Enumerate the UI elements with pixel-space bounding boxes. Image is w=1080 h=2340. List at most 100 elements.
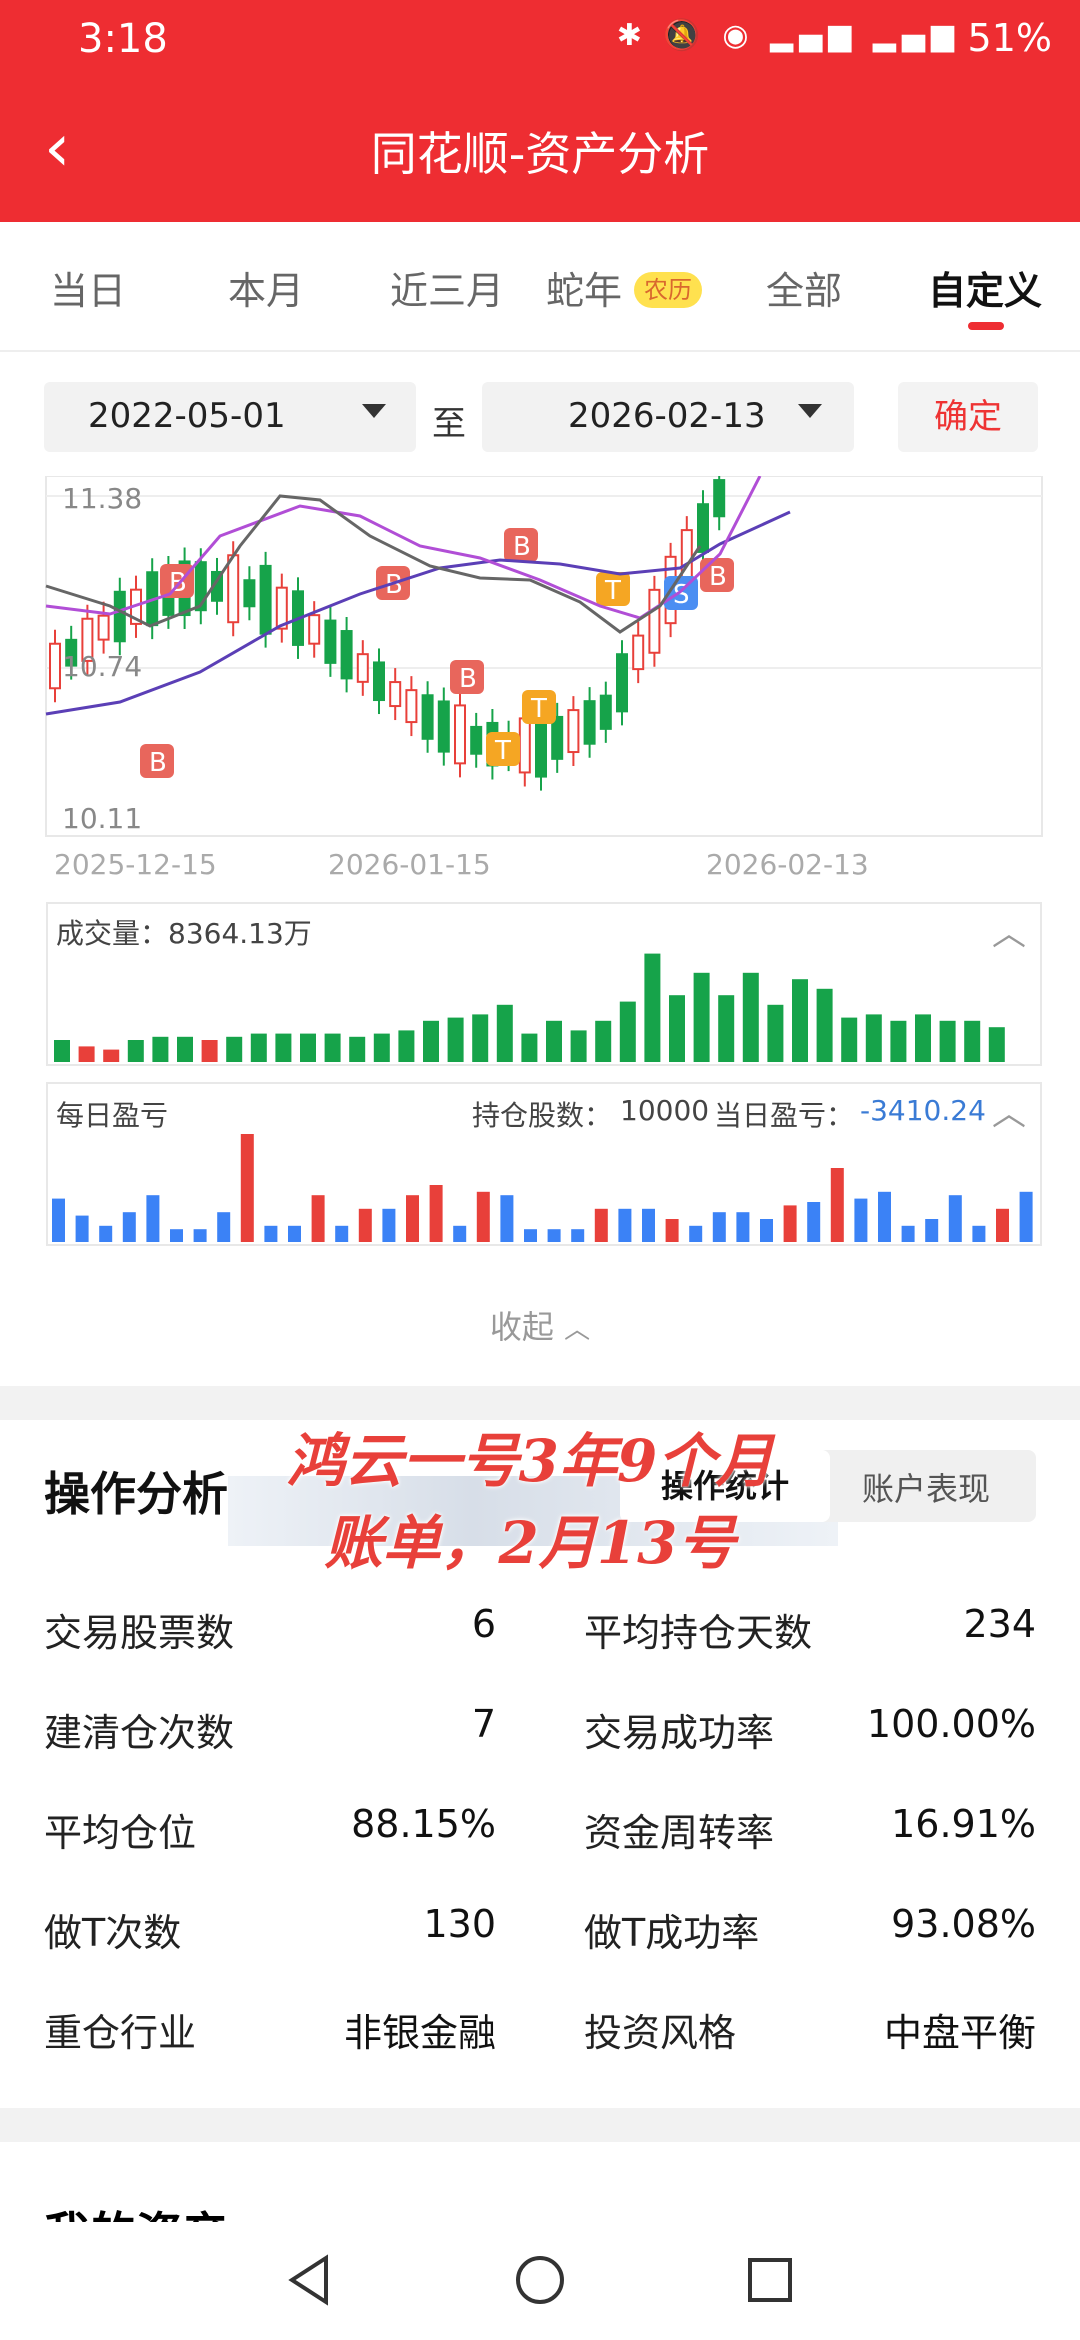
stat-value: 130	[423, 1902, 496, 1946]
pnl-bar	[406, 1195, 419, 1242]
confirm-button[interactable]: 确定	[898, 382, 1038, 452]
stat-label: 资金周转率	[584, 1811, 775, 1855]
volume-bar	[349, 1036, 366, 1062]
volume-bar	[250, 1033, 267, 1062]
trade-marker-label: T	[604, 576, 621, 606]
stat-value: 中盘平衡	[883, 2011, 1036, 2055]
pnl-bar	[52, 1198, 65, 1242]
section-divider	[0, 1386, 1080, 1420]
chevron-down-icon	[798, 404, 822, 418]
stat-value: 88.15%	[351, 1802, 496, 1846]
pnl-bar	[972, 1225, 986, 1242]
pnl-bar	[288, 1225, 301, 1242]
candle-body	[454, 704, 466, 765]
tab-custom[interactable]: 自定义	[928, 260, 1042, 315]
pnl-bar	[476, 1191, 490, 1242]
tab-account-performance[interactable]: 账户表现	[862, 1464, 990, 1510]
volume-bar	[127, 1040, 144, 1062]
pnl-bar	[830, 1168, 844, 1242]
candle-body	[405, 689, 418, 724]
pnl-bar	[240, 1134, 254, 1242]
volume-bar	[619, 1001, 636, 1062]
candle-body	[551, 715, 564, 760]
volume-bar	[472, 1014, 489, 1062]
pnl-bar	[311, 1195, 325, 1242]
candle-body	[583, 700, 596, 745]
trade-marker-label: T	[530, 694, 547, 724]
stat-value: 非银金融	[343, 2011, 496, 2055]
volume-bar	[570, 1030, 587, 1062]
battery-level: 51%	[967, 16, 1052, 60]
my-assets-header: 我的资产	[0, 2142, 1080, 2222]
pnl-bar	[736, 1212, 750, 1242]
nav-recents-icon[interactable]	[740, 2250, 800, 2310]
stat-value: 6	[471, 1602, 496, 1646]
tab-month[interactable]: 本月	[228, 260, 304, 315]
pnl-bar	[925, 1219, 939, 1242]
lunar-badge: 农历	[634, 272, 702, 308]
stat-label: 交易成功率	[584, 1711, 775, 1755]
trade-marker-label: B	[149, 748, 167, 778]
collapse-button[interactable]: 收起 ︿	[0, 1302, 1080, 1348]
chevron-down-icon	[362, 404, 386, 418]
volume-bar	[595, 1020, 612, 1062]
kline-chart[interactable]: BBBBBBTTTS 11.38 10.74 10.11 2025-12-15 …	[0, 476, 1080, 896]
volume-bar	[915, 1014, 931, 1062]
volume-bar	[324, 1033, 341, 1062]
volume-bar	[177, 1036, 193, 1062]
volume-bar	[373, 1033, 390, 1062]
nav-back-icon[interactable]	[280, 2250, 340, 2310]
pnl-bar	[901, 1225, 915, 1242]
trade-marker-label: B	[459, 664, 477, 694]
y-label-top: 11.38	[62, 482, 142, 515]
status-bar: 3:18 ✱ 🔕 ◉ ▂▄▆ ▂▄▆ 51%	[0, 0, 1080, 78]
candle-body	[259, 564, 272, 635]
volume-bar	[447, 1017, 464, 1062]
status-icons: ✱ 🔕 ◉ ▂▄▆ ▂▄▆	[616, 18, 960, 53]
candle-body	[97, 614, 110, 641]
stat-label: 建清仓次数	[44, 1711, 235, 1755]
period-tabs: 当日 本月 近三月 蛇年 农历 全部 自定义	[0, 222, 1080, 350]
volume-bar	[226, 1036, 243, 1062]
pnl-bar	[642, 1208, 655, 1242]
overlay-line-2: 账单，2月13号	[324, 1509, 736, 1577]
tab-today[interactable]: 当日	[50, 260, 126, 315]
pnl-bar	[358, 1208, 372, 1242]
page-title: 同花顺-资产分析	[370, 127, 710, 181]
tab-snake-year[interactable]: 蛇年	[546, 260, 622, 315]
start-date-select[interactable]: 2022-05-01	[44, 382, 416, 452]
date-range-row: 2022-05-01 至 2026-02-13 确定	[0, 350, 1080, 476]
trade-marker-label: B	[513, 532, 531, 562]
ops-title: 操作分析	[44, 1467, 228, 1521]
tab-all[interactable]: 全部	[766, 260, 842, 315]
nav-home-icon[interactable]	[510, 2250, 570, 2310]
system-nav-bar	[0, 2222, 1080, 2340]
volume-bar	[521, 1033, 538, 1062]
candle-body	[599, 694, 612, 730]
stat-label: 交易股票数	[44, 1611, 235, 1655]
pnl-bar	[783, 1205, 797, 1242]
tab-three-months[interactable]: 近三月	[390, 260, 504, 315]
pnl-bar	[948, 1195, 962, 1242]
stat-value: 100.00%	[866, 1702, 1036, 1746]
pnl-bar	[453, 1225, 467, 1242]
volume-bar	[865, 1014, 882, 1062]
candle-body	[340, 630, 353, 680]
pnl-bar	[547, 1229, 561, 1242]
volume-bar	[644, 953, 661, 1062]
candle-body	[437, 700, 450, 753]
pnl-bar	[594, 1208, 608, 1242]
end-date-select[interactable]: 2026-02-13	[482, 382, 854, 452]
my-assets-title: 我的资产	[44, 2198, 228, 2222]
volume-bar	[546, 1020, 562, 1062]
volume-bar	[718, 995, 735, 1062]
pnl-bar	[99, 1225, 113, 1242]
pnl-bar	[807, 1202, 821, 1242]
section-divider	[0, 2108, 1080, 2142]
chart-area: BBBBBBTTTS 11.38 10.74 10.11 2025-12-15 …	[0, 476, 1080, 1376]
overlay-line-1: 鸿云一号3年9个月	[286, 1427, 774, 1495]
volume-bar	[201, 1040, 218, 1062]
pnl-bar	[854, 1198, 868, 1242]
volume-bar	[841, 1017, 858, 1062]
pnl-bar	[1019, 1191, 1033, 1242]
